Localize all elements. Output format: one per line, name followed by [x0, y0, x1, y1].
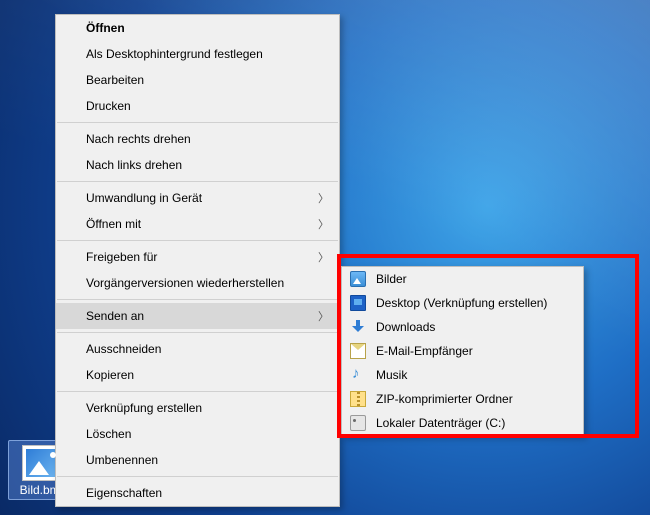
menu-properties[interactable]: Eigenschaften: [56, 480, 339, 506]
menu-create-shortcut[interactable]: Verknüpfung erstellen: [56, 395, 339, 421]
menu-rotate-left[interactable]: Nach links drehen: [56, 152, 339, 178]
menu-separator: [57, 299, 338, 300]
menu-separator: [57, 391, 338, 392]
menu-separator: [57, 240, 338, 241]
desktop-icon: [350, 295, 366, 311]
menu-rename[interactable]: Umbenennen: [56, 447, 339, 473]
menu-convert-device[interactable]: Umwandlung in Gerät〉: [56, 185, 339, 211]
download-arrow-icon: [350, 319, 366, 335]
menu-edit[interactable]: Bearbeiten: [56, 67, 339, 93]
menu-separator: [57, 476, 338, 477]
menu-share-with[interactable]: Freigeben für〉: [56, 244, 339, 270]
context-menu: Öffnen Als Desktophintergrund festlegen …: [55, 14, 340, 507]
menu-set-wallpaper[interactable]: Als Desktophintergrund festlegen: [56, 41, 339, 67]
menu-restore-versions[interactable]: Vorgängerversionen wiederherstellen: [56, 270, 339, 296]
menu-separator: [57, 181, 338, 182]
menu-separator: [57, 332, 338, 333]
sendto-desktop-shortcut[interactable]: Desktop (Verknüpfung erstellen): [342, 291, 583, 315]
menu-print[interactable]: Drucken: [56, 93, 339, 119]
chevron-right-icon: 〉: [318, 216, 329, 232]
menu-send-to[interactable]: Senden an〉: [56, 303, 339, 329]
chevron-right-icon: 〉: [318, 308, 329, 324]
menu-copy[interactable]: Kopieren: [56, 362, 339, 388]
chevron-right-icon: 〉: [318, 190, 329, 206]
pictures-icon: [350, 271, 366, 287]
sendto-local-disk[interactable]: Lokaler Datenträger (C:): [342, 411, 583, 435]
sendto-mail[interactable]: E-Mail-Empfänger: [342, 339, 583, 363]
menu-rotate-right[interactable]: Nach rechts drehen: [56, 126, 339, 152]
mail-icon: [350, 343, 366, 359]
sendto-pictures[interactable]: Bilder: [342, 267, 583, 291]
menu-cut[interactable]: Ausschneiden: [56, 336, 339, 362]
menu-open[interactable]: Öffnen: [56, 15, 339, 41]
send-to-submenu: Bilder Desktop (Verknüpfung erstellen) D…: [341, 266, 584, 436]
menu-open-with[interactable]: Öffnen mit〉: [56, 211, 339, 237]
sendto-music[interactable]: Musik: [342, 363, 583, 387]
sendto-downloads[interactable]: Downloads: [342, 315, 583, 339]
menu-delete[interactable]: Löschen: [56, 421, 339, 447]
drive-icon: [350, 415, 366, 431]
music-note-icon: [350, 367, 366, 383]
sendto-zip[interactable]: ZIP-komprimierter Ordner: [342, 387, 583, 411]
menu-separator: [57, 122, 338, 123]
chevron-right-icon: 〉: [318, 249, 329, 265]
zip-folder-icon: [350, 391, 366, 407]
